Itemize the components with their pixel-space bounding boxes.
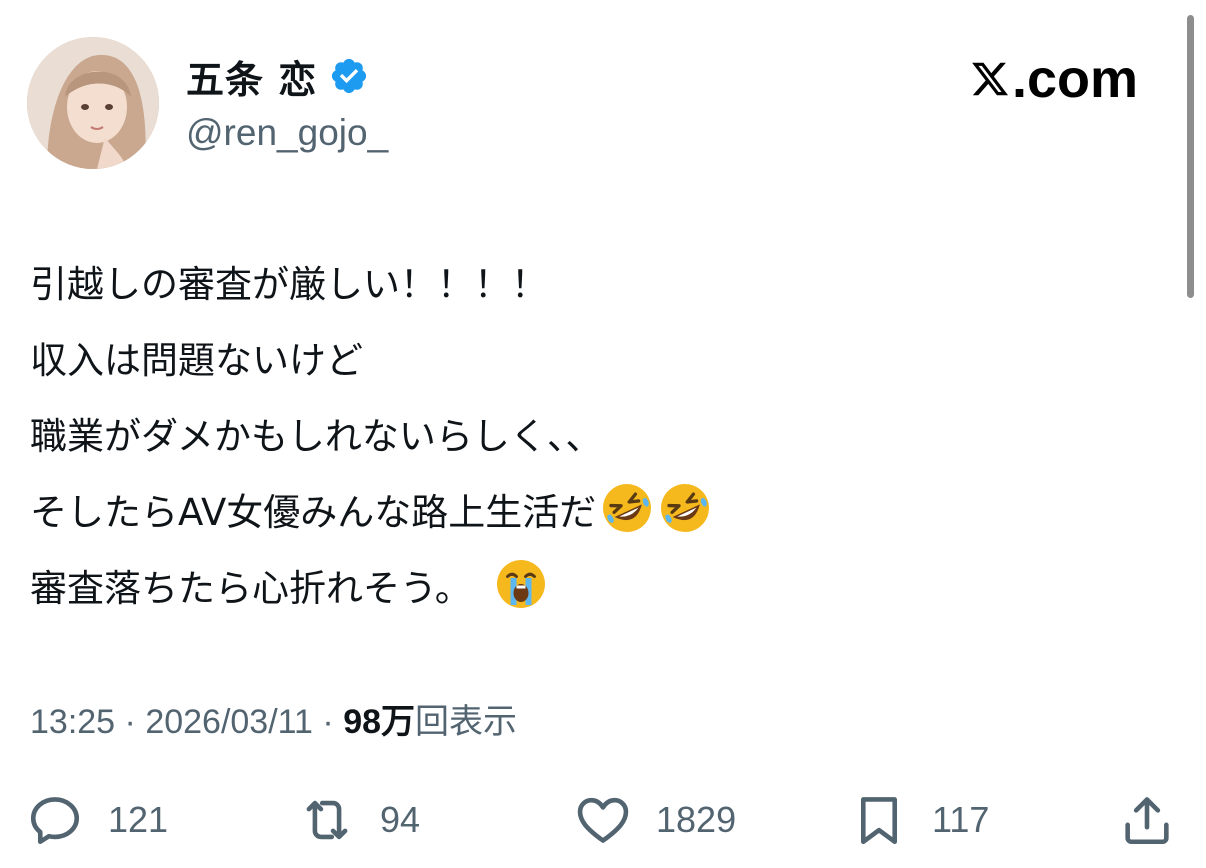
author-name-row: 五条 恋 — [186, 52, 369, 102]
repost-button[interactable]: 94 — [298, 788, 420, 852]
x-com-brand: .com — [970, 52, 1138, 106]
views-label: 回表示 — [415, 703, 518, 741]
bookmark-icon — [860, 797, 898, 845]
meta-separator: · — [115, 703, 146, 741]
share-icon — [1125, 797, 1169, 845]
like-count: 1829 — [656, 799, 737, 840]
reply-button[interactable]: 121 — [26, 788, 168, 852]
tweet-meta: 13:25 · 2026/03/11 · 98万回表示 — [30, 694, 517, 743]
tweet-action-bar: 121 94 1829 117 — [0, 788, 1206, 852]
tweet-line: 収入は問題ないけど — [30, 339, 363, 382]
tweet-line: 引越しの審査が厳しい！！！！ — [30, 263, 548, 306]
bookmark-count: 117 — [932, 799, 990, 840]
like-button[interactable]: 1829 — [574, 788, 736, 852]
tweet-date[interactable]: 2026/03/11 — [145, 703, 313, 741]
rolling-on-floor-laughing-emoji-icon — [603, 484, 652, 532]
reply-count: 121 — [108, 799, 169, 840]
avatar-image — [27, 37, 159, 169]
author-handle[interactable]: @ren_gojo_ — [186, 112, 388, 154]
loudly-crying-emoji-icon — [496, 560, 545, 608]
avatar[interactable] — [27, 37, 159, 169]
heart-icon — [577, 797, 629, 843]
bookmark-button[interactable]: 117 — [850, 788, 989, 852]
repost-icon — [306, 800, 348, 840]
tweet-line: そしたらAV女優みんな路上生活だ — [30, 475, 712, 551]
tweet-line: 職業がダメかもしれないらしく、、 — [30, 415, 603, 458]
display-name[interactable]: 五条 恋 — [186, 49, 317, 104]
meta-separator: · — [312, 703, 344, 741]
tweet-text: 引越しの審査が厳しい！！！！ 収入は問題ないけど 職業がダメかもしれないらしく、… — [30, 247, 712, 627]
scrollbar-thumb[interactable] — [1187, 15, 1194, 298]
verified-badge-icon — [332, 58, 367, 94]
rolling-on-floor-laughing-emoji-icon — [661, 484, 710, 532]
x-logo-icon — [972, 62, 1008, 96]
tweet-line: 審査落ちたら心折れそう。 — [30, 551, 712, 627]
views-count: 98万 — [343, 703, 416, 741]
repost-count: 94 — [380, 799, 421, 840]
tweet-time[interactable]: 13:25 — [30, 703, 115, 741]
brand-domain-text: .com — [1011, 49, 1138, 109]
reply-icon — [30, 797, 80, 845]
share-button[interactable] — [1118, 788, 1176, 852]
